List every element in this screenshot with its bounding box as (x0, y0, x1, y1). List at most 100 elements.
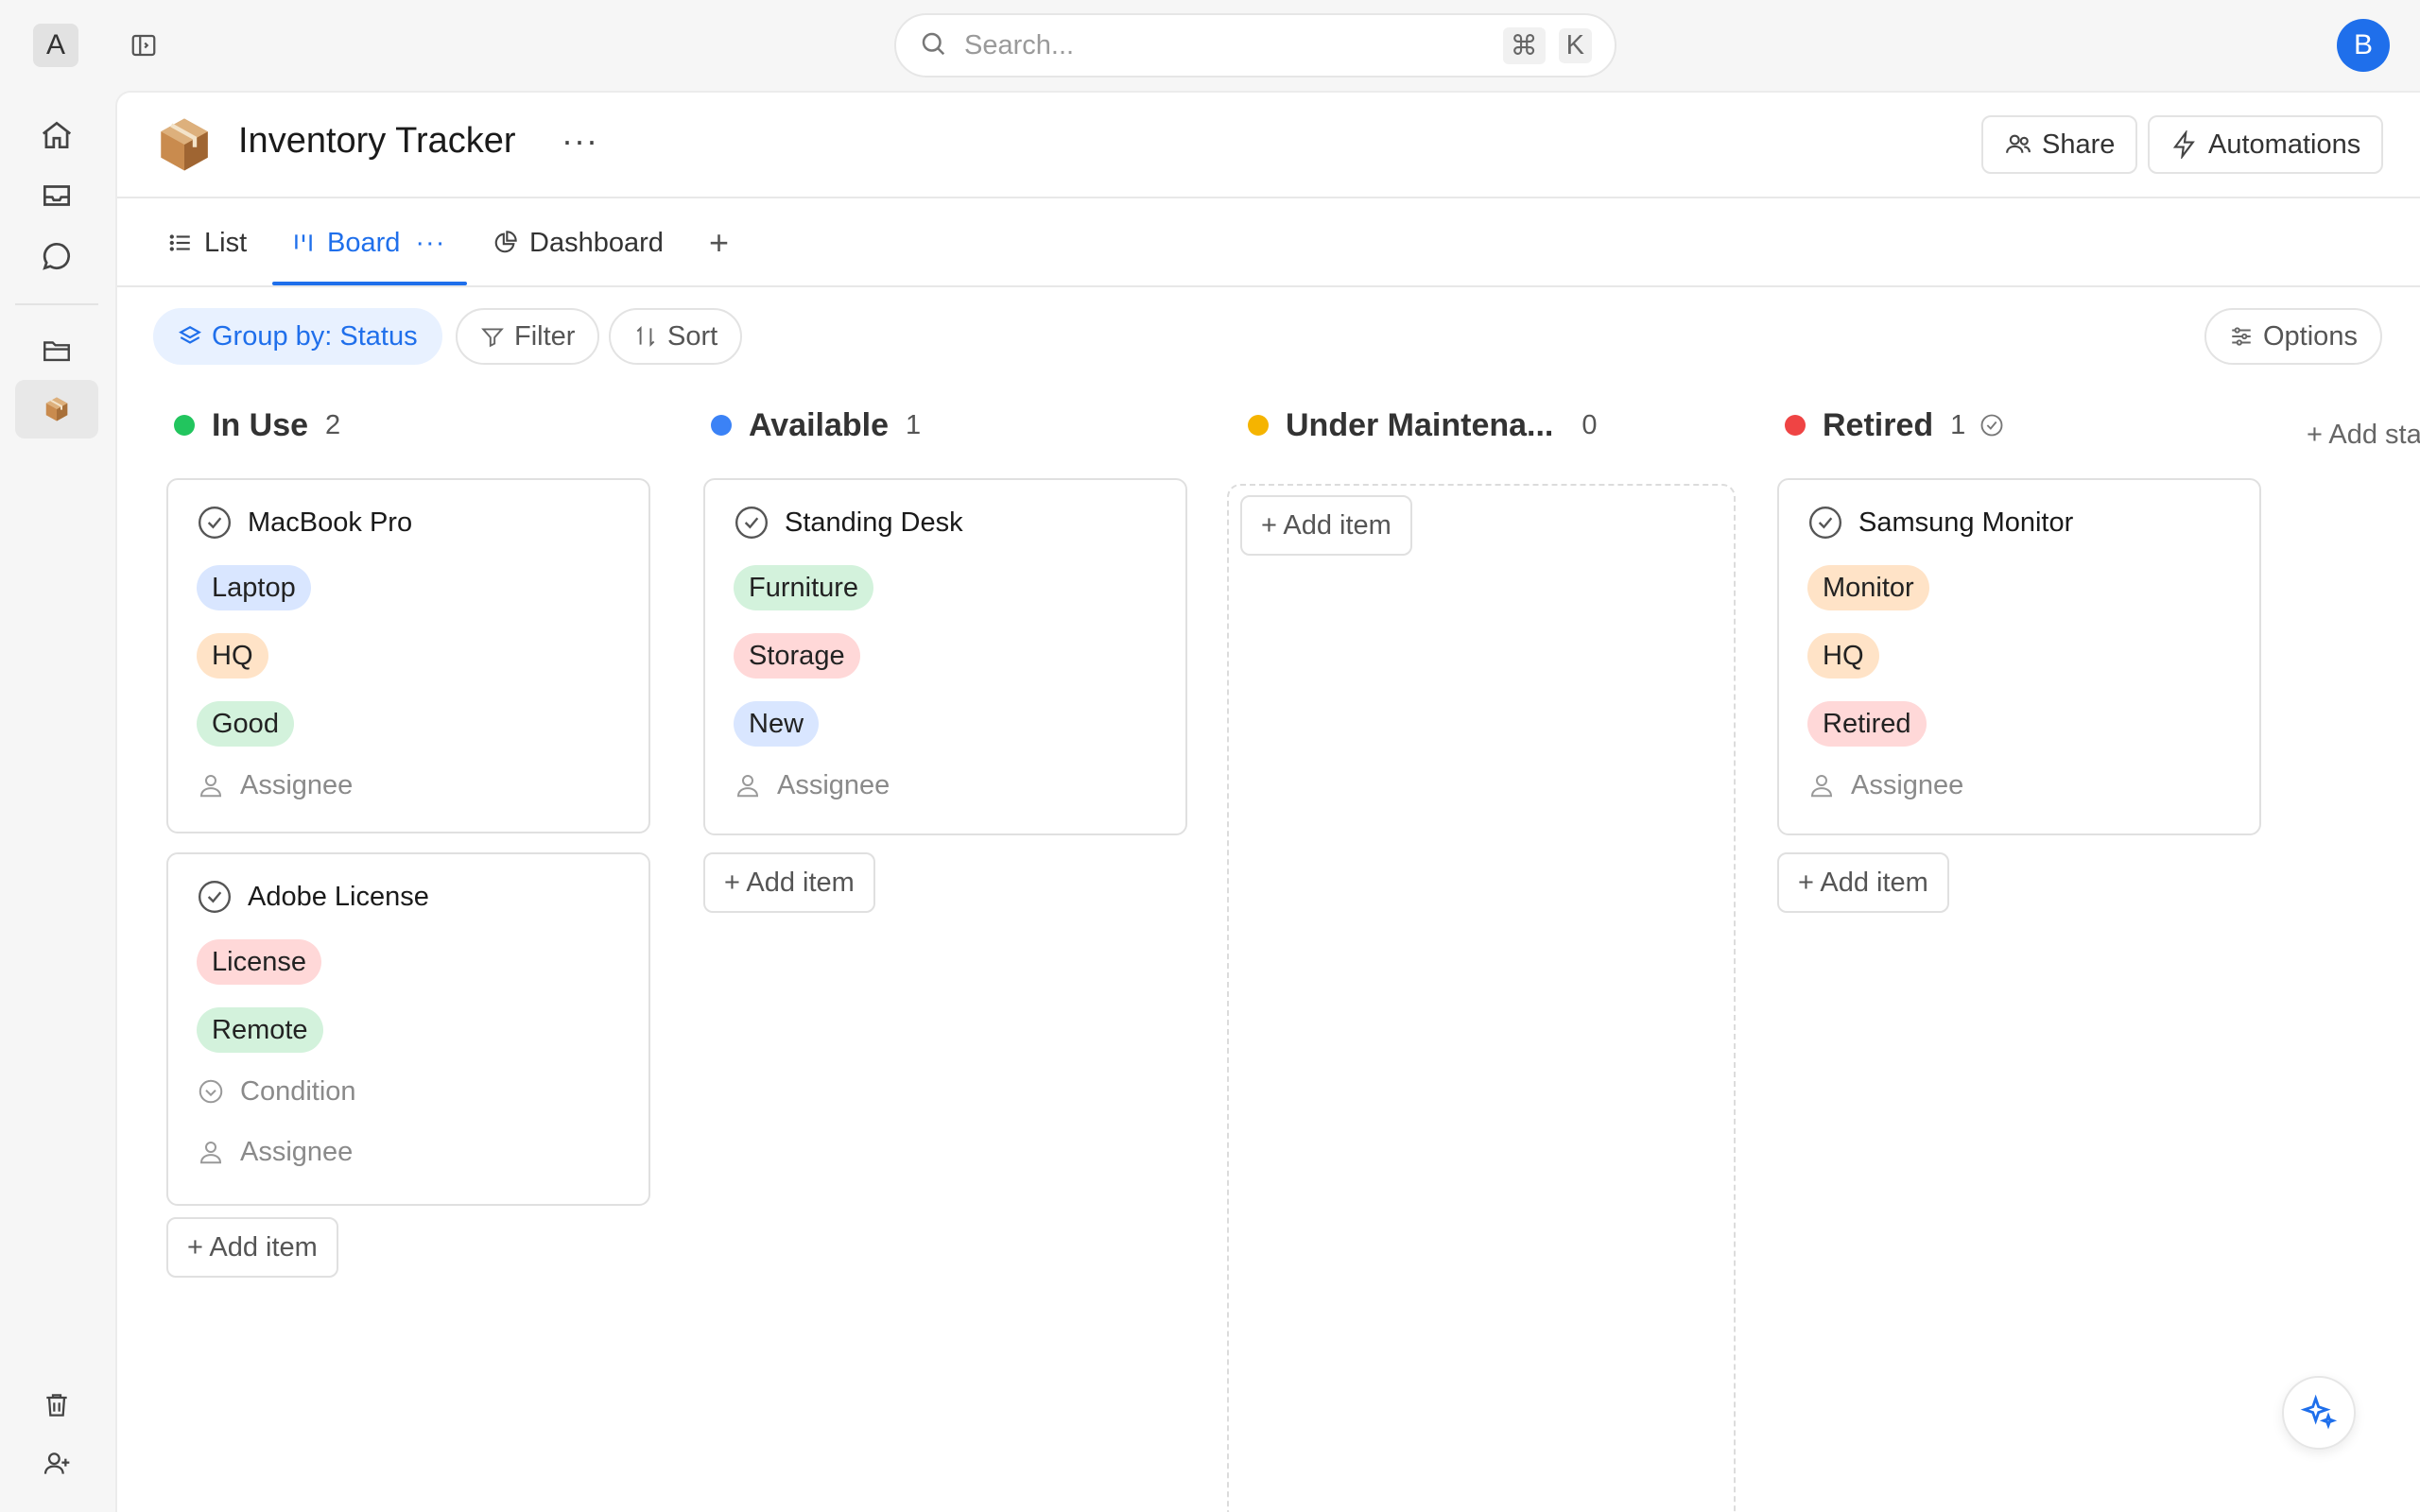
workspace-avatar[interactable]: A (33, 24, 78, 67)
sort-label: Sort (667, 320, 718, 352)
search-icon (919, 29, 947, 62)
share-label: Share (2042, 129, 2116, 160)
tag-type[interactable]: License (197, 939, 321, 985)
add-item-button[interactable]: + Add item (166, 1217, 338, 1278)
shortcut-key: K (1558, 27, 1592, 63)
card-title: Samsung Monitor (1858, 507, 2074, 538)
check-circle-icon[interactable] (197, 505, 233, 541)
group-by-button[interactable]: Group by: Status (153, 308, 442, 365)
column-header-under-maintenance[interactable]: Under Maintena... 0 (1248, 397, 1598, 454)
tag-location[interactable]: Storage (734, 633, 860, 679)
check-circle-icon[interactable] (197, 879, 233, 915)
column-count: 2 (325, 409, 341, 440)
group-by-label: Group by: Status (212, 320, 418, 352)
board-toolbar: Group by: Status Filter Sort Options (117, 287, 2420, 378)
active-tab-indicator (272, 282, 467, 285)
card-samsung-monitor[interactable]: Samsung Monitor Monitor HQ Retired Assig… (1777, 478, 2261, 835)
empty-column-dropzone[interactable] (1227, 484, 1736, 1512)
trash-icon[interactable] (26, 1376, 87, 1435)
card-title: Adobe License (248, 881, 429, 912)
tag-condition[interactable]: New (734, 701, 820, 747)
person-icon (736, 775, 759, 798)
column-count: 0 (1582, 409, 1598, 440)
add-user-icon[interactable] (26, 1435, 87, 1493)
card-adobe-license[interactable]: Adobe License License Remote Condition A… (166, 852, 650, 1206)
person-icon (199, 775, 222, 798)
add-view-button[interactable]: + (709, 198, 729, 287)
tag-type[interactable]: Monitor (1807, 565, 1929, 610)
status-dot-red (1785, 415, 1806, 436)
tab-board-more-icon[interactable]: ··· (415, 228, 445, 259)
chat-icon[interactable] (26, 227, 87, 285)
card-macbook-pro[interactable]: MacBook Pro Laptop HQ Good Assignee (166, 478, 650, 833)
sort-icon (636, 325, 655, 348)
list-icon (169, 234, 190, 251)
left-rail (0, 91, 113, 1512)
assignee-field[interactable]: Assignee (197, 1130, 620, 1174)
package-emoji-icon (153, 113, 216, 176)
ai-assistant-button[interactable] (2282, 1376, 2356, 1450)
tab-dashboard[interactable]: Dashboard (492, 198, 664, 287)
pie-chart-icon (494, 231, 517, 253)
person-icon (1810, 775, 1833, 798)
tag-condition[interactable]: Good (197, 701, 294, 747)
condition-label: Condition (240, 1075, 356, 1107)
options-button[interactable]: Options (2204, 308, 2382, 365)
tab-board-label: Board (327, 227, 401, 258)
main-panel: Inventory Tracker ··· Share Automations … (115, 91, 2420, 1512)
column-header-in-use[interactable]: In Use 2 (174, 397, 340, 454)
view-tabs: List Board ··· Dashboard + (117, 198, 2420, 287)
inbox-icon[interactable] (26, 166, 87, 225)
sparkle-icon (2300, 1394, 2338, 1430)
add-item-button[interactable]: + Add item (1777, 852, 1949, 913)
tag-type[interactable]: Furniture (734, 565, 874, 610)
column-name: In Use (212, 406, 309, 443)
assignee-field[interactable]: Assignee (1807, 764, 2231, 807)
page-header: Inventory Tracker ··· Share Automations (117, 93, 2420, 198)
status-dot-green (174, 415, 195, 436)
sliders-icon (2232, 327, 2251, 346)
tag-location[interactable]: HQ (1807, 633, 1879, 679)
assignee-field[interactable]: Assignee (734, 764, 1157, 807)
tab-board[interactable]: Board ··· (291, 198, 445, 287)
status-dot-yellow (1248, 415, 1269, 436)
page-more-icon[interactable]: ··· (562, 121, 598, 161)
check-circle-icon[interactable] (734, 505, 769, 541)
tab-list-label: List (204, 227, 248, 258)
done-status-icon (1980, 414, 2003, 437)
chevron-circle-icon (199, 1079, 223, 1104)
column-header-available[interactable]: Available 1 (711, 397, 921, 454)
tag-type[interactable]: Laptop (197, 565, 311, 610)
users-icon (2006, 134, 2031, 153)
assignee-field[interactable]: Assignee (197, 764, 620, 807)
automations-button[interactable]: Automations (2148, 115, 2384, 174)
rail-divider (15, 303, 98, 305)
column-name: Under Maintena... (1286, 406, 1554, 443)
share-button[interactable]: Share (1981, 115, 2138, 174)
tag-condition[interactable]: Retired (1807, 701, 1927, 747)
card-standing-desk[interactable]: Standing Desk Furniture Storage New Assi… (703, 478, 1187, 835)
check-circle-icon[interactable] (1807, 505, 1843, 541)
home-icon[interactable] (26, 106, 87, 164)
sort-button[interactable]: Sort (609, 308, 743, 365)
sidebar-toggle-icon[interactable] (127, 28, 161, 62)
add-item-button[interactable]: + Add item (1240, 495, 1412, 556)
add-status-button[interactable]: + Add sta (2307, 420, 2420, 451)
filter-button[interactable]: Filter (456, 308, 600, 365)
tag-location[interactable]: Remote (197, 1007, 323, 1053)
column-header-retired[interactable]: Retired 1 (1785, 397, 2005, 454)
tag-location[interactable]: HQ (197, 633, 268, 679)
user-avatar[interactable]: B (2337, 19, 2390, 72)
filter-label: Filter (514, 320, 576, 352)
add-item-button[interactable]: + Add item (703, 852, 875, 913)
assignee-label: Assignee (1851, 769, 1964, 800)
search-bar[interactable]: Search... ⌘ K (894, 13, 1616, 77)
shortcut-mod-key: ⌘ (1502, 26, 1546, 64)
filter-icon (481, 328, 504, 348)
card-title: MacBook Pro (248, 507, 413, 538)
lightning-icon (2172, 130, 2195, 159)
tab-list[interactable]: List (168, 198, 247, 287)
condition-field[interactable]: Condition (197, 1070, 620, 1113)
package-icon[interactable] (15, 380, 98, 438)
folder-icon[interactable] (26, 321, 87, 380)
